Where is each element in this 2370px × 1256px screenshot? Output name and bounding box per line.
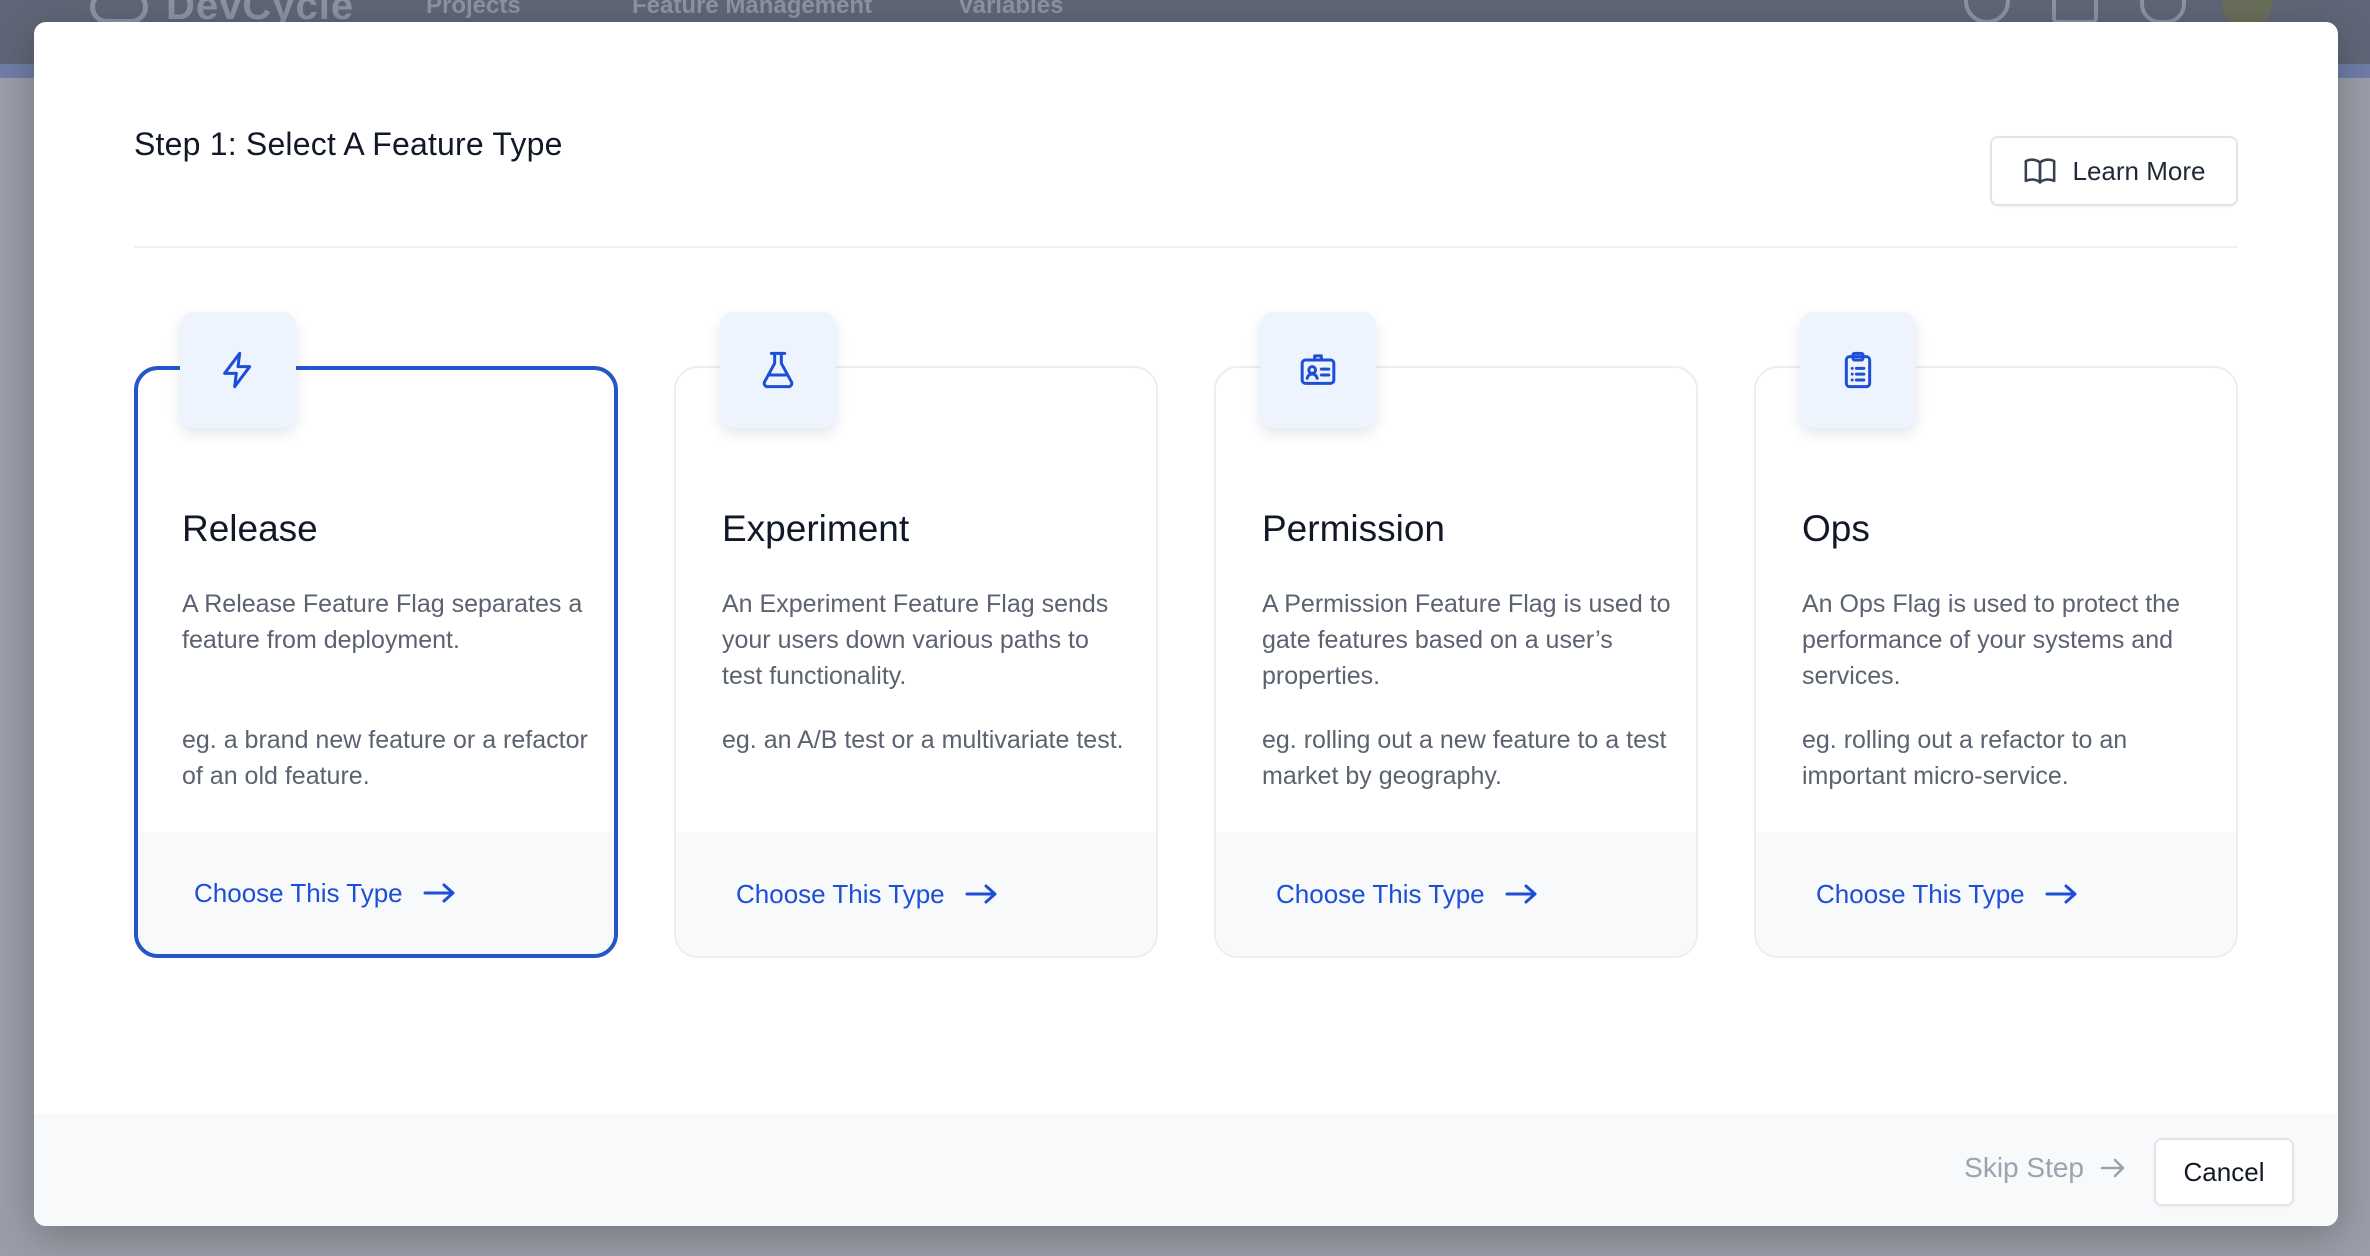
card-description: A Permission Feature Flag is used to gat…	[1262, 590, 1671, 690]
choose-type-label: Choose This Type	[194, 877, 403, 908]
card-example: eg. a brand new feature or a refactor of…	[182, 726, 588, 790]
choose-type-button[interactable]: Choose This Type	[1756, 832, 2236, 956]
card-ops[interactable]: Ops An Ops Flag is used to protect the p…	[1754, 312, 2238, 958]
card-description: An Ops Flag is used to protect the perfo…	[1802, 590, 2180, 690]
choose-type-label: Choose This Type	[1276, 878, 1485, 909]
card-icon-box	[720, 312, 836, 428]
choose-type-label: Choose This Type	[736, 878, 945, 909]
id-badge-icon	[1300, 354, 1336, 385]
learn-more-label: Learn More	[2072, 155, 2206, 186]
card-title: Ops	[1802, 508, 1870, 549]
logo-mark-icon	[90, 0, 148, 24]
card-permission[interactable]: Permission A Permission Feature Flag is …	[1214, 312, 1698, 958]
card-title: Permission	[1262, 508, 1445, 549]
nav-variables: Variables	[958, 0, 1064, 19]
modal-header: Step 1: Select A Feature Type Learn More	[134, 22, 2238, 248]
card-title: Release	[182, 508, 318, 549]
card-description: An Experiment Feature Flag sends your us…	[722, 590, 1109, 690]
beaker-icon	[762, 351, 794, 389]
card-icon-box	[180, 312, 296, 428]
card-example: eg. rolling out a new feature to a test …	[1262, 726, 1667, 790]
card-release[interactable]: Release A Release Feature Flag separates…	[134, 312, 618, 958]
choose-type-button[interactable]: Choose This Type	[676, 832, 1156, 956]
card-title: Experiment	[722, 508, 910, 549]
card-example: eg. rolling out a refactor to an importa…	[1802, 726, 2128, 790]
choose-type-button[interactable]: Choose This Type	[138, 832, 614, 954]
skip-step-button[interactable]: Skip Step	[1964, 1152, 2126, 1184]
choose-type-label: Choose This Type	[1816, 878, 2025, 909]
card-description: A Release Feature Flag separates a featu…	[182, 590, 583, 654]
modal-title: Step 1: Select A Feature Type	[134, 126, 563, 162]
lightning-icon	[223, 351, 252, 389]
card-example: eg. an A/B test or a multivariate test.	[722, 726, 1124, 754]
docs-icon	[2052, 0, 2098, 24]
feature-type-modal: Step 1: Select A Feature Type Learn More…	[34, 22, 2338, 1226]
book-open-icon	[2024, 158, 2055, 184]
cancel-button[interactable]: Cancel	[2154, 1138, 2294, 1206]
arrow-right-icon	[423, 883, 455, 903]
card-icon-box	[1800, 312, 1916, 428]
arrow-right-icon	[2045, 884, 2077, 904]
learn-more-button[interactable]: Learn More	[1990, 136, 2238, 206]
card-experiment[interactable]: Experiment An Experiment Feature Flag se…	[674, 312, 1158, 958]
nav-projects: Projects	[426, 0, 521, 19]
arrow-right-icon	[965, 884, 997, 904]
arrow-right-icon	[1505, 884, 1537, 904]
clipboard-list-icon	[1844, 351, 1872, 389]
arrow-right-icon	[2100, 1158, 2125, 1178]
modal-footer: Skip Step Cancel	[34, 1114, 2338, 1226]
card-icon-box	[1260, 312, 1376, 428]
skip-step-label: Skip Step	[1964, 1152, 2084, 1183]
choose-type-button[interactable]: Choose This Type	[1216, 832, 1696, 956]
nav-feature-management: Feature Management	[632, 0, 873, 19]
